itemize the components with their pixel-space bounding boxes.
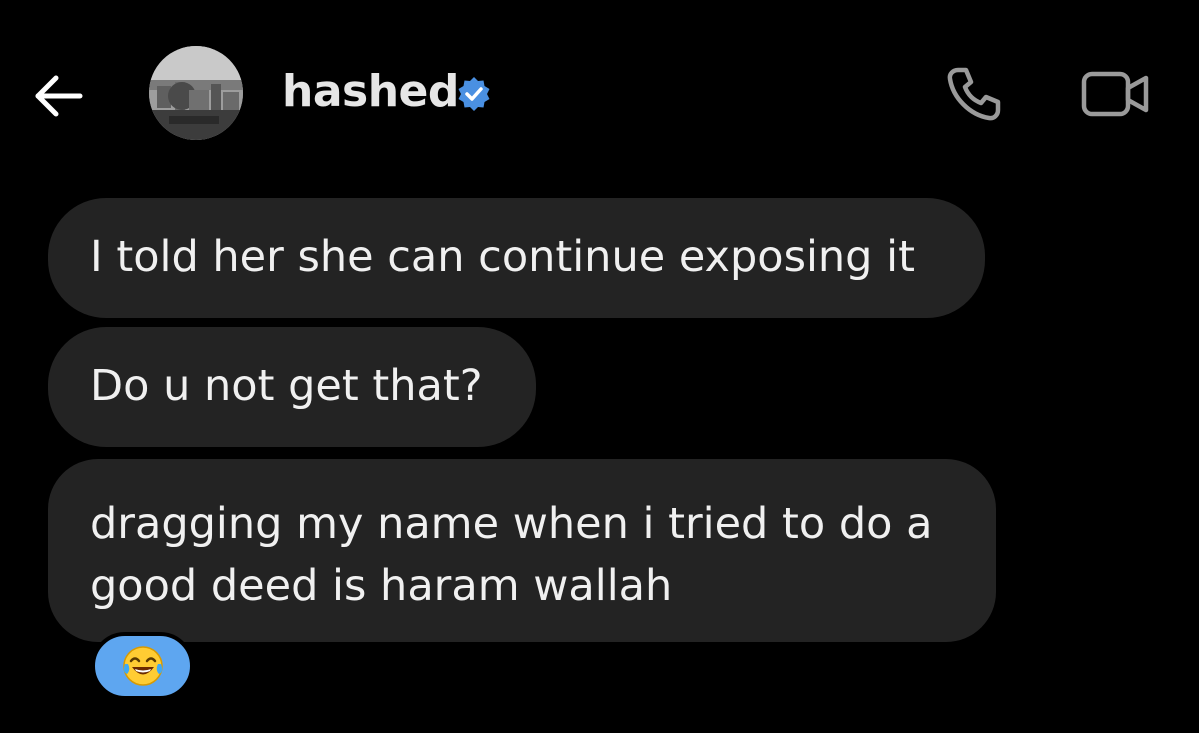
message-bubble[interactable]: I told her she can continue exposing it [48, 198, 985, 318]
chat-header: hashed [0, 0, 1199, 190]
message-reaction[interactable] [91, 632, 194, 700]
back-button[interactable] [30, 68, 86, 124]
avatar-image [149, 46, 243, 140]
verified-badge-icon [456, 76, 492, 112]
face-with-tears-of-joy-icon [122, 646, 163, 686]
phone-icon [947, 67, 1001, 121]
avatar[interactable] [149, 46, 243, 140]
contact-name[interactable]: hashed [282, 66, 459, 117]
video-camera-icon [1081, 71, 1149, 117]
message-text: dragging my name when i tried to do a go… [90, 499, 933, 611]
message-bubble[interactable]: Do u not get that? [48, 327, 536, 447]
back-arrow-icon [35, 75, 83, 117]
message-text: I told her she can continue exposing it [90, 232, 915, 282]
message-bubble[interactable]: dragging my name when i tried to do a go… [48, 459, 996, 642]
call-button[interactable] [944, 64, 1004, 124]
video-call-button[interactable] [1080, 66, 1152, 122]
message-text: Do u not get that? [90, 361, 483, 411]
